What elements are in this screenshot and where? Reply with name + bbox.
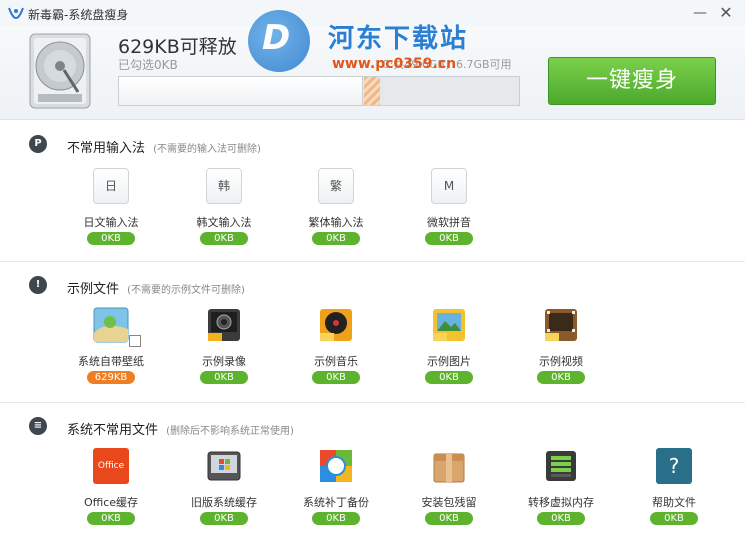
item-label: 日文输入法 — [83, 216, 139, 229]
item-label: 韩文输入法 — [196, 216, 252, 229]
item-label: 示例视频 — [539, 355, 583, 368]
item-office-cache[interactable]: Office Office缓存 0KB — [61, 448, 161, 542]
ime-section-icon: P — [29, 135, 47, 153]
disk-usage-bar — [118, 76, 520, 106]
size-badge: 0KB — [537, 512, 585, 525]
item-japanese-ime[interactable]: 日 日文输入法 0KB — [61, 168, 161, 268]
item-label: 系统自带壁纸 — [78, 355, 144, 368]
hard-disk-icon — [29, 33, 91, 109]
item-sample-pictures[interactable]: 示例图片 0KB — [399, 307, 499, 407]
pinyin-key-icon: M — [431, 168, 467, 204]
system-files-section-icon: ≡ — [29, 417, 47, 435]
item-system-wallpaper[interactable]: 系统自带壁纸 629KB — [61, 307, 161, 407]
video-recording-icon — [208, 309, 240, 341]
item-microsoft-pinyin[interactable]: M 微软拼音 0KB — [399, 168, 499, 268]
item-label: 安装包残留 — [421, 496, 477, 509]
section-title: 示例文件 — [67, 282, 120, 297]
item-help-files[interactable]: ? 帮助文件 0KB — [624, 448, 724, 542]
pictures-icon — [433, 309, 465, 341]
patch-backup-icon — [320, 450, 352, 482]
section-note: (删除后不影响系统正常使用) — [166, 426, 294, 437]
minimize-button[interactable]: — — [690, 3, 710, 23]
size-badge: 0KB — [200, 512, 248, 525]
section-note: (不需要的示例文件可删除) — [127, 285, 245, 296]
item-old-system-cache[interactable]: 旧版系统缓存 0KB — [174, 448, 274, 542]
size-badge: 0KB — [425, 232, 473, 245]
item-label: 微软拼音 — [427, 216, 471, 229]
section-system-files: ≡ 系统不常用文件 (删除后不影响系统正常使用) Office Office缓存… — [0, 403, 745, 542]
sample-files-section-icon: ! — [29, 276, 47, 294]
size-badge: 629KB — [87, 371, 135, 384]
size-badge: 0KB — [425, 512, 473, 525]
disk-usage-fill — [119, 77, 363, 105]
item-label: 示例图片 — [427, 355, 471, 368]
item-label: 系统补丁备份 — [303, 496, 369, 509]
item-patch-backup[interactable]: 系统补丁备份 0KB — [286, 448, 386, 542]
freeable-stripe — [364, 77, 380, 105]
item-package-residue[interactable]: 安装包残留 0KB — [399, 448, 499, 542]
help-icon: ? — [656, 448, 692, 484]
item-label: Office缓存 — [83, 496, 139, 509]
size-badge: 0KB — [200, 232, 248, 245]
item-virtual-memory[interactable]: 转移虚拟内存 0KB — [511, 448, 611, 542]
summary-header: 629KB可释放 已勾选0KB C:共49.6GB，6.7GB可用 一键瘦身 — [0, 26, 745, 120]
korean-key-icon: 韩 — [206, 168, 242, 204]
freeable-size: 629KB可释放 — [118, 36, 237, 58]
app-logo-icon — [8, 7, 24, 20]
size-badge: 0KB — [312, 371, 360, 384]
item-label: 示例录像 — [202, 355, 246, 368]
japanese-key-icon: 日 — [93, 168, 129, 204]
item-label: 繁体输入法 — [308, 216, 364, 229]
memory-chip-icon — [546, 451, 576, 481]
section-input-methods: P 不常用输入法 (不需要的输入法可删除) 日 日文输入法 0KB 韩 韩文输入… — [0, 121, 745, 262]
item-label: 示例音乐 — [314, 355, 358, 368]
old-system-icon — [207, 451, 241, 481]
size-badge: 0KB — [312, 232, 360, 245]
section-title: 系统不常用文件 — [67, 423, 159, 438]
size-badge: 0KB — [87, 512, 135, 525]
item-traditional-ime[interactable]: 繁 繁体输入法 0KB — [286, 168, 386, 268]
item-label: 转移虚拟内存 — [528, 496, 594, 509]
window-title: 新毒霸-系统盘瘦身 — [28, 8, 129, 22]
item-sample-videos[interactable]: 示例视频 0KB — [511, 307, 611, 407]
item-sample-music[interactable]: 示例音乐 0KB — [286, 307, 386, 407]
wallpaper-icon — [93, 307, 129, 343]
size-badge: 0KB — [200, 371, 248, 384]
package-icon — [433, 453, 465, 483]
disk-capacity-info: C:共49.6GB，6.7GB可用 — [382, 58, 512, 71]
size-badge: 0KB — [425, 371, 473, 384]
section-title: 不常用输入法 — [67, 141, 146, 156]
traditional-key-icon: 繁 — [318, 168, 354, 204]
music-icon — [320, 309, 352, 341]
close-button[interactable]: ✕ — [716, 3, 736, 23]
title-bar: 新毒霸-系统盘瘦身 — ✕ — [0, 0, 745, 26]
section-sample-files: ! 示例文件 (不需要的示例文件可删除) 系统自带壁纸 629KB 示例录像 0… — [0, 262, 745, 403]
size-badge: 0KB — [537, 371, 585, 384]
selected-size: 已勾选0KB — [118, 58, 178, 72]
item-label: 旧版系统缓存 — [191, 496, 257, 509]
office-icon: Office — [93, 448, 129, 484]
one-click-slim-button[interactable]: 一键瘦身 — [548, 57, 716, 105]
item-korean-ime[interactable]: 韩 韩文输入法 0KB — [174, 168, 274, 268]
item-label: 帮助文件 — [652, 496, 696, 509]
video-icon — [545, 309, 577, 341]
size-badge: 0KB — [650, 512, 698, 525]
size-badge: 0KB — [87, 232, 135, 245]
select-checkbox[interactable] — [129, 335, 141, 347]
size-badge: 0KB — [312, 512, 360, 525]
section-note: (不需要的输入法可删除) — [153, 144, 261, 155]
item-sample-recording[interactable]: 示例录像 0KB — [174, 307, 274, 407]
